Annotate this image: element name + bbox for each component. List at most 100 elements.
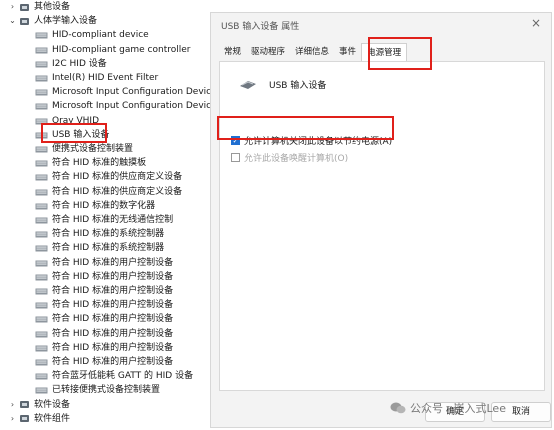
tree-item[interactable]: 符合 HID 标准的系统控制器 bbox=[35, 241, 164, 255]
tree-item-label: 符合 HID 标准的用户控制设备 bbox=[52, 286, 174, 296]
software-device-icon bbox=[20, 401, 29, 409]
tree-item-label: 软件组件 bbox=[34, 413, 71, 424]
tree-item[interactable]: 已转接便携式设备控制装置 bbox=[35, 383, 160, 397]
tree-category[interactable]: › 软件设备 bbox=[8, 398, 70, 412]
tab-general[interactable]: 常规 bbox=[219, 43, 246, 61]
tab-panel: USB 输入设备 ✓ 允许计算机关闭此设备以节约电源(A) 允许此设备唤醒计算机… bbox=[219, 61, 545, 391]
tree-item-label: 已转接便携式设备控制装置 bbox=[52, 385, 161, 396]
tab-details[interactable]: 详细信息 bbox=[290, 43, 334, 61]
chevron-right-icon[interactable]: › bbox=[8, 398, 17, 412]
tree-item-label: 便携式设备控制装置 bbox=[52, 144, 134, 154]
tree-item[interactable]: 符合 HID 标准的用户控制设备 bbox=[35, 284, 173, 298]
hid-device-icon bbox=[35, 217, 48, 224]
watermark-text: 公众号 · 嵌入式Lee bbox=[410, 402, 506, 415]
hid-device-icon bbox=[35, 288, 48, 295]
tree-item[interactable]: 符合 HID 标准的系统控制器 bbox=[35, 227, 164, 241]
hid-device-icon bbox=[35, 47, 48, 54]
hid-device-icon bbox=[35, 32, 48, 39]
chevron-right-icon[interactable]: › bbox=[8, 0, 17, 14]
highlight-power-tab bbox=[368, 37, 432, 70]
tab-events[interactable]: 事件 bbox=[334, 43, 361, 61]
tree-item[interactable]: HID-compliant game controller bbox=[35, 43, 190, 57]
tree-item[interactable]: 符合 HID 标准的用户控制设备 bbox=[35, 270, 173, 284]
tree-item-label: Intel(R) HID Event Filter bbox=[52, 73, 159, 83]
tree-category[interactable]: › 软件组件 bbox=[8, 412, 70, 426]
tree-item-label: 符合 HID 标准的用户控制设备 bbox=[52, 342, 174, 353]
watermark: 公众号 · 嵌入式Lee bbox=[390, 400, 506, 416]
tree-category[interactable]: ⌄ 人体学输入设备 bbox=[8, 14, 97, 28]
hid-device-icon bbox=[35, 203, 48, 210]
tree-item-label: 符合 HID 标准的数字化器 bbox=[52, 200, 156, 211]
hid-device-icon bbox=[35, 345, 48, 352]
tree-item-label: 符合 HID 标准的系统控制器 bbox=[52, 243, 165, 254]
tree-item[interactable]: HID-compliant device bbox=[35, 28, 149, 42]
close-icon[interactable]: × bbox=[531, 16, 541, 30]
hid-device-icon bbox=[35, 61, 48, 68]
tree-item[interactable]: 符合 HID 标准的供应商定义设备 bbox=[35, 170, 182, 184]
tree-item[interactable]: Microsoft Input Configuration Device bbox=[35, 99, 217, 113]
tree-item[interactable]: I2C HID 设备 bbox=[35, 57, 107, 71]
tree-item-label: 符合 HID 标准的无线通信控制 bbox=[52, 215, 174, 225]
hid-device-icon bbox=[35, 89, 48, 96]
hid-category-icon bbox=[20, 17, 29, 25]
tab-driver[interactable]: 驱动程序 bbox=[246, 43, 290, 61]
device-tree: › 其他设备 ⌄ 人体学输入设备 HID-compliant device HID-com… bbox=[0, 0, 217, 430]
tree-item[interactable]: 符合 HID 标准的用户控制设备 bbox=[35, 298, 173, 312]
hid-device-icon bbox=[35, 231, 48, 238]
tree-item-label: 符合 HID 标准的触摸板 bbox=[52, 158, 147, 169]
tree-item[interactable]: 符合 HID 标准的用户控制设备 bbox=[35, 256, 173, 270]
tree-category[interactable]: › 其他设备 bbox=[8, 0, 70, 14]
tree-item-label: 其他设备 bbox=[34, 2, 71, 12]
hid-device-icon bbox=[35, 189, 48, 196]
tree-item[interactable]: 符合 HID 标准的用户控制设备 bbox=[35, 341, 173, 355]
tree-item[interactable]: 符合 HID 标准的用户控制设备 bbox=[35, 355, 173, 369]
allow-wake-label: 允许此设备唤醒计算机(O) bbox=[244, 154, 349, 164]
tree-item[interactable]: 符合 HID 标准的用户控制设备 bbox=[35, 312, 173, 326]
allow-wake-checkbox bbox=[231, 153, 240, 162]
tree-item[interactable]: 符合 HID 标准的供应商定义设备 bbox=[35, 185, 182, 199]
tree-item-label: 符合蓝牙低能耗 GATT 的 HID 设备 bbox=[52, 371, 194, 382]
chevron-down-icon[interactable]: ⌄ bbox=[8, 14, 17, 28]
tree-item-label: 符合 HID 标准的供应商定义设备 bbox=[52, 186, 183, 197]
tree-item[interactable]: Microsoft Input Configuration Device bbox=[35, 85, 217, 99]
hid-device-icon bbox=[240, 81, 256, 89]
tree-item[interactable]: 符合 HID 标准的数字化器 bbox=[35, 199, 155, 213]
highlight-power-option bbox=[217, 116, 394, 140]
tree-item[interactable]: 便携式设备控制装置 bbox=[35, 142, 133, 156]
tree-item[interactable]: 符合 HID 标准的无线通信控制 bbox=[35, 213, 173, 227]
hid-device-icon bbox=[35, 274, 48, 281]
tree-item-label: 人体学输入设备 bbox=[34, 16, 98, 27]
hid-device-icon bbox=[35, 146, 48, 153]
unknown-device-icon bbox=[20, 3, 29, 11]
hid-device-icon bbox=[35, 245, 48, 252]
tree-item-label: I2C HID 设备 bbox=[52, 58, 107, 69]
tree-item-label: HID-compliant game controller bbox=[52, 44, 191, 55]
chevron-right-icon[interactable]: › bbox=[8, 412, 17, 426]
hid-device-icon bbox=[35, 387, 48, 394]
tree-item-label: 符合 HID 标准的供应商定义设备 bbox=[52, 172, 183, 183]
tree-item-label: Microsoft Input Configuration Device bbox=[52, 87, 217, 98]
tree-item[interactable]: 符合蓝牙低能耗 GATT 的 HID 设备 bbox=[35, 369, 193, 383]
properties-dialog: USB 输入设备 属性 × 常规 驱动程序 详细信息 事件 电源管理 USB 输… bbox=[210, 12, 552, 428]
hid-device-icon bbox=[35, 103, 48, 110]
hid-device-icon bbox=[35, 331, 48, 338]
tree-item[interactable]: Intel(R) HID Event Filter bbox=[35, 71, 158, 85]
tree-item[interactable]: 符合 HID 标准的触摸板 bbox=[35, 156, 146, 170]
allow-wake-option: 允许此设备唤醒计算机(O) bbox=[231, 151, 348, 164]
tree-item-label: 软件设备 bbox=[34, 399, 71, 410]
wechat-icon bbox=[390, 402, 406, 414]
highlight-usb-input-device bbox=[41, 123, 107, 143]
device-name: USB 输入设备 bbox=[269, 81, 327, 91]
tree-item-label: 符合 HID 标准的用户控制设备 bbox=[52, 357, 174, 367]
tree-item-label: 符合 HID 标准的用户控制设备 bbox=[52, 271, 174, 282]
hid-device-icon bbox=[35, 160, 48, 167]
tree-item-label: 符合 HID 标准的用户控制设备 bbox=[52, 300, 174, 311]
hid-device-icon bbox=[35, 316, 48, 323]
tree-item-label: 符合 HID 标准的用户控制设备 bbox=[52, 328, 174, 339]
hid-device-icon bbox=[35, 75, 48, 82]
dialog-title: USB 输入设备 属性 bbox=[221, 22, 300, 32]
tree-item-label: HID-compliant device bbox=[52, 30, 149, 41]
tree-item[interactable]: 符合 HID 标准的用户控制设备 bbox=[35, 327, 173, 341]
tree-item-label: Microsoft Input Configuration Device bbox=[52, 101, 217, 112]
hid-device-icon bbox=[35, 359, 48, 366]
